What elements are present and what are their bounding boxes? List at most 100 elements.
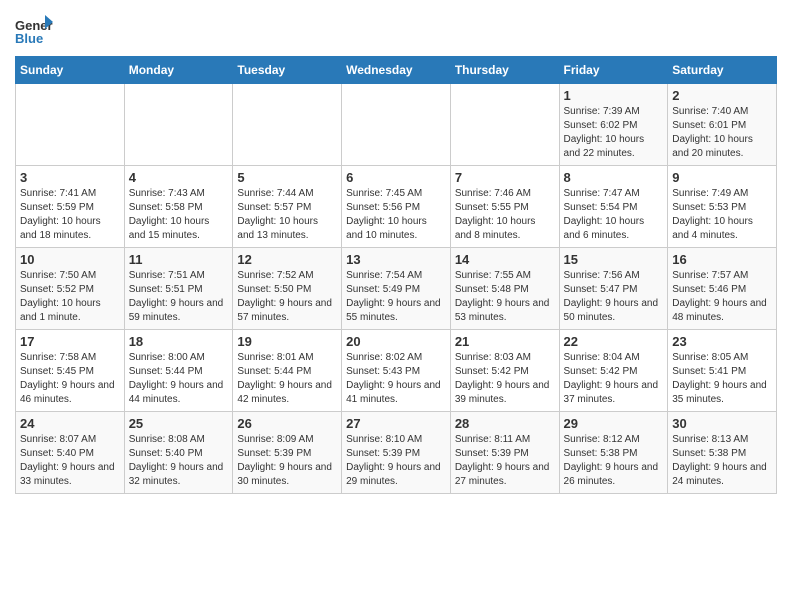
calendar-cell: 24Sunrise: 8:07 AM Sunset: 5:40 PM Dayli…: [16, 412, 125, 494]
day-info: Sunrise: 7:43 AM Sunset: 5:58 PM Dayligh…: [129, 187, 229, 243]
calendar-cell: [342, 84, 451, 166]
weekday-header: Sunday: [16, 57, 125, 84]
day-number: 25: [129, 416, 229, 431]
day-info: Sunrise: 8:07 AM Sunset: 5:40 PM Dayligh…: [20, 433, 120, 489]
day-number: 14: [455, 252, 555, 267]
day-info: Sunrise: 7:49 AM Sunset: 5:53 PM Dayligh…: [672, 187, 772, 243]
calendar-cell: 16 Sunrise: 7:57 AM Sunset: 5:46 PM Dayli…: [668, 248, 777, 330]
day-number: 23: [672, 334, 772, 349]
day-number: 26: [237, 416, 337, 431]
day-info: Sunrise: 8:08 AM Sunset: 5:40 PM Dayligh…: [129, 433, 229, 489]
day-info: Sunrise: 7:56 AM Sunset: 5:47 PM Dayligh…: [564, 269, 664, 325]
day-info: Sunrise: 7:58 AM Sunset: 5:45 PM Dayligh…: [20, 351, 120, 407]
day-number: 19: [237, 334, 337, 349]
calendar-cell: 8 Sunrise: 7:47 AM Sunset: 5:54 PM Daylig…: [559, 166, 668, 248]
calendar-cell: 26 Sunrise: 8:09 AM Sunset: 5:39 PM Dayli…: [233, 412, 342, 494]
calendar-cell: 18 Sunrise: 8:00 AM Sunset: 5:44 PM Dayli…: [124, 330, 233, 412]
day-info: Sunrise: 8:00 AM Sunset: 5:44 PM Dayligh…: [129, 351, 229, 407]
day-number: 1: [564, 88, 664, 103]
calendar-cell: 10 Sunrise: 7:50 AM Sunset: 5:52 PM Dayli…: [16, 248, 125, 330]
day-number: 22: [564, 334, 664, 349]
calendar-cell: 9 Sunrise: 7:49 AM Sunset: 5:53 PM Daylig…: [668, 166, 777, 248]
day-number: 4: [129, 170, 229, 185]
weekday-header-row: SundayMondayTuesdayWednesdayThursdayFrid…: [16, 57, 777, 84]
day-info: Sunrise: 7:44 AM Sunset: 5:57 PM Dayligh…: [237, 187, 337, 243]
day-number: 7: [455, 170, 555, 185]
calendar-week-row: 10 Sunrise: 7:50 AM Sunset: 5:52 PM Dayli…: [16, 248, 777, 330]
day-info: Sunrise: 7:51 AM Sunset: 5:51 PM Dayligh…: [129, 269, 229, 325]
day-info: Sunrise: 7:45 AM Sunset: 5:56 PM Dayligh…: [346, 187, 446, 243]
calendar-cell: [16, 84, 125, 166]
day-number: 10: [20, 252, 120, 267]
day-info: Sunrise: 7:50 AM Sunset: 5:52 PM Dayligh…: [20, 269, 120, 325]
weekday-header: Friday: [559, 57, 668, 84]
logo-icon: General Blue: [15, 10, 53, 48]
calendar-cell: 27 Sunrise: 8:10 AM Sunset: 5:39 PM Dayli…: [342, 412, 451, 494]
calendar-cell: 5 Sunrise: 7:44 AM Sunset: 5:57 PM Daylig…: [233, 166, 342, 248]
day-info: Sunrise: 8:11 AM Sunset: 5:39 PM Dayligh…: [455, 433, 555, 489]
day-number: 17: [20, 334, 120, 349]
calendar-table: SundayMondayTuesdayWednesdayThursdayFrid…: [15, 56, 777, 494]
day-number: 9: [672, 170, 772, 185]
day-number: 18: [129, 334, 229, 349]
day-number: 28: [455, 416, 555, 431]
day-info: Sunrise: 8:13 AM Sunset: 5:38 PM Dayligh…: [672, 433, 772, 489]
day-number: 15: [564, 252, 664, 267]
page: General Blue SundayMondayTuesdayWednesda…: [0, 0, 792, 504]
calendar-cell: 21 Sunrise: 8:03 AM Sunset: 5:42 PM Dayli…: [450, 330, 559, 412]
day-info: Sunrise: 8:04 AM Sunset: 5:42 PM Dayligh…: [564, 351, 664, 407]
day-number: 30: [672, 416, 772, 431]
calendar-cell: 2 Sunrise: 7:40 AM Sunset: 6:01 PM Daylig…: [668, 84, 777, 166]
day-info: Sunrise: 8:09 AM Sunset: 5:39 PM Dayligh…: [237, 433, 337, 489]
day-number: 20: [346, 334, 446, 349]
calendar-cell: 15 Sunrise: 7:56 AM Sunset: 5:47 PM Dayli…: [559, 248, 668, 330]
calendar-cell: 25 Sunrise: 8:08 AM Sunset: 5:40 PM Dayli…: [124, 412, 233, 494]
calendar-cell: 23 Sunrise: 8:05 AM Sunset: 5:41 PM Dayli…: [668, 330, 777, 412]
calendar-week-row: 1 Sunrise: 7:39 AM Sunset: 6:02 PM Daylig…: [16, 84, 777, 166]
calendar-cell: 12 Sunrise: 7:52 AM Sunset: 5:50 PM Dayli…: [233, 248, 342, 330]
day-info: Sunrise: 7:40 AM Sunset: 6:01 PM Dayligh…: [672, 105, 772, 161]
weekday-header: Saturday: [668, 57, 777, 84]
calendar-cell: [233, 84, 342, 166]
day-info: Sunrise: 8:02 AM Sunset: 5:43 PM Dayligh…: [346, 351, 446, 407]
day-number: 27: [346, 416, 446, 431]
calendar-cell: 28 Sunrise: 8:11 AM Sunset: 5:39 PM Dayli…: [450, 412, 559, 494]
day-number: 11: [129, 252, 229, 267]
calendar-week-row: 24Sunrise: 8:07 AM Sunset: 5:40 PM Dayli…: [16, 412, 777, 494]
day-info: Sunrise: 8:05 AM Sunset: 5:41 PM Dayligh…: [672, 351, 772, 407]
calendar-cell: 30 Sunrise: 8:13 AM Sunset: 5:38 PM Dayli…: [668, 412, 777, 494]
weekday-header: Tuesday: [233, 57, 342, 84]
calendar-cell: 6 Sunrise: 7:45 AM Sunset: 5:56 PM Daylig…: [342, 166, 451, 248]
day-number: 5: [237, 170, 337, 185]
calendar-cell: 14 Sunrise: 7:55 AM Sunset: 5:48 PM Dayli…: [450, 248, 559, 330]
day-info: Sunrise: 7:55 AM Sunset: 5:48 PM Dayligh…: [455, 269, 555, 325]
day-number: 2: [672, 88, 772, 103]
calendar-week-row: 3Sunrise: 7:41 AM Sunset: 5:59 PM Daylig…: [16, 166, 777, 248]
calendar-cell: 11 Sunrise: 7:51 AM Sunset: 5:51 PM Dayli…: [124, 248, 233, 330]
day-info: Sunrise: 7:57 AM Sunset: 5:46 PM Dayligh…: [672, 269, 772, 325]
day-info: Sunrise: 8:03 AM Sunset: 5:42 PM Dayligh…: [455, 351, 555, 407]
weekday-header: Wednesday: [342, 57, 451, 84]
calendar-cell: 19Sunrise: 8:01 AM Sunset: 5:44 PM Dayli…: [233, 330, 342, 412]
day-info: Sunrise: 7:39 AM Sunset: 6:02 PM Dayligh…: [564, 105, 664, 161]
calendar-cell: [124, 84, 233, 166]
day-info: Sunrise: 8:12 AM Sunset: 5:38 PM Dayligh…: [564, 433, 664, 489]
day-number: 13: [346, 252, 446, 267]
calendar-cell: 4 Sunrise: 7:43 AM Sunset: 5:58 PM Daylig…: [124, 166, 233, 248]
calendar-week-row: 17 Sunrise: 7:58 AM Sunset: 5:45 PM Dayli…: [16, 330, 777, 412]
day-number: 12: [237, 252, 337, 267]
day-number: 8: [564, 170, 664, 185]
day-info: Sunrise: 7:47 AM Sunset: 5:54 PM Dayligh…: [564, 187, 664, 243]
logo: General Blue: [15, 10, 55, 48]
day-number: 6: [346, 170, 446, 185]
calendar-cell: 7Sunrise: 7:46 AM Sunset: 5:55 PM Daylig…: [450, 166, 559, 248]
day-info: Sunrise: 7:52 AM Sunset: 5:50 PM Dayligh…: [237, 269, 337, 325]
day-info: Sunrise: 7:41 AM Sunset: 5:59 PM Dayligh…: [20, 187, 120, 243]
day-info: Sunrise: 8:10 AM Sunset: 5:39 PM Dayligh…: [346, 433, 446, 489]
day-number: 21: [455, 334, 555, 349]
day-number: 16: [672, 252, 772, 267]
calendar-cell: 1 Sunrise: 7:39 AM Sunset: 6:02 PM Daylig…: [559, 84, 668, 166]
calendar-cell: 17 Sunrise: 7:58 AM Sunset: 5:45 PM Dayli…: [16, 330, 125, 412]
calendar-cell: 20 Sunrise: 8:02 AM Sunset: 5:43 PM Dayli…: [342, 330, 451, 412]
day-info: Sunrise: 7:54 AM Sunset: 5:49 PM Dayligh…: [346, 269, 446, 325]
